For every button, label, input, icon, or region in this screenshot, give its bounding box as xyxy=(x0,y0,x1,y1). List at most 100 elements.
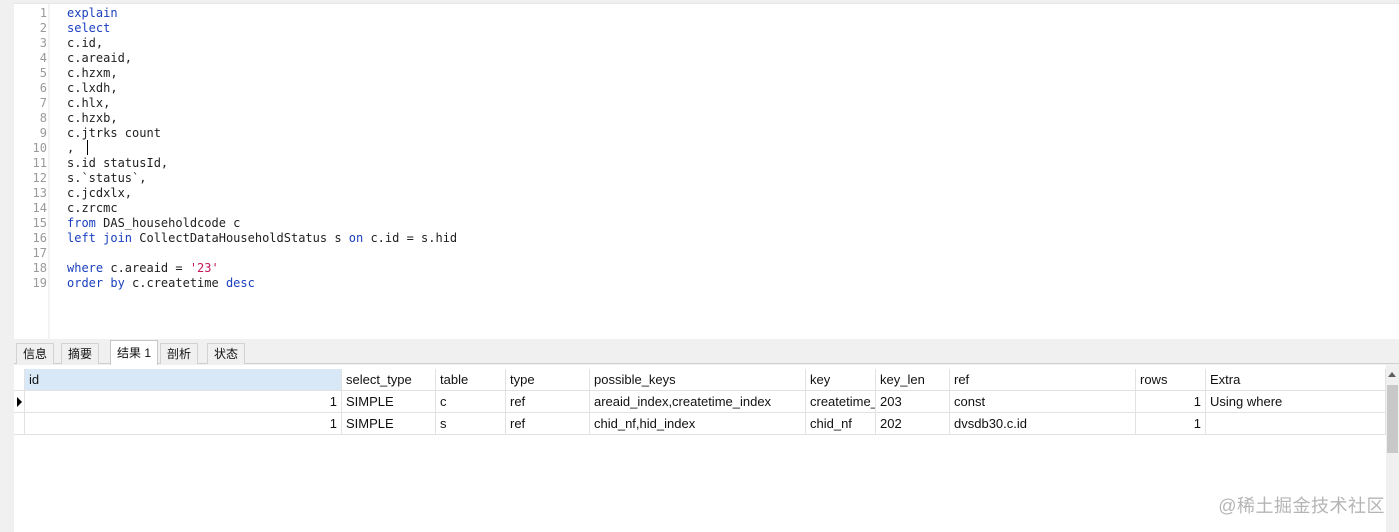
cell-extra[interactable]: Using where xyxy=(1206,391,1386,413)
result-grid[interactable]: id select_type table type possible_keys … xyxy=(14,365,1399,532)
cell-id[interactable]: 1 xyxy=(25,391,342,413)
sql-text: c.id, xyxy=(67,36,104,50)
sql-keyword: order by xyxy=(67,276,125,290)
sql-text: c.hlx, xyxy=(67,96,111,110)
table-row[interactable]: 1 SIMPLE c ref areaid_index,createtime_i… xyxy=(14,391,1386,413)
line-number-gutter: 1 2 3 4 5 6 7 8 9 10 11 12 13 14 15 16 17 18 19 xyxy=(14,4,48,339)
line-number: 7 xyxy=(39,96,47,110)
code-line[interactable]: c.hzxb, xyxy=(67,111,118,126)
code-line[interactable]: left join CollectDataHouseholdStatus s o… xyxy=(67,231,457,246)
column-header-type[interactable]: type xyxy=(506,369,590,391)
line-number: 1 xyxy=(39,6,47,20)
code-line[interactable]: c.areaid, xyxy=(67,51,132,66)
sql-text: s.`status`, xyxy=(67,171,147,185)
sql-text: DAS_householdcode c xyxy=(95,216,241,230)
code-line[interactable]: s.id statusId, xyxy=(67,156,168,171)
code-line[interactable]: c.id, xyxy=(67,36,103,51)
code-line[interactable]: c.hlx, xyxy=(67,96,110,111)
cell-extra[interactable] xyxy=(1206,413,1386,435)
row-header-corner xyxy=(14,369,25,391)
cell-select-type[interactable]: SIMPLE xyxy=(342,413,436,435)
cell-table[interactable]: s xyxy=(436,413,506,435)
result-tabs: 信息 摘要 结果 1 剖析 状态 xyxy=(14,340,1399,365)
cell-key[interactable]: chid_nf xyxy=(806,413,876,435)
code-line[interactable]: c.zrcmc xyxy=(67,201,118,216)
tab-summary[interactable]: 摘要 xyxy=(61,343,100,364)
sql-keyword: on xyxy=(348,231,364,245)
line-number: 2 xyxy=(39,21,47,35)
cell-rows[interactable]: 1 xyxy=(1136,391,1206,413)
column-header-extra[interactable]: Extra xyxy=(1206,369,1386,391)
text-caret xyxy=(87,140,88,155)
sql-text: c.hzxb, xyxy=(67,111,118,125)
sql-text: , xyxy=(67,141,75,155)
sql-editor[interactable]: 1 2 3 4 5 6 7 8 9 10 11 12 13 14 15 16 17 18 19 explain sel… xyxy=(14,3,1399,339)
cell-type[interactable]: ref xyxy=(506,413,590,435)
line-number: 11 xyxy=(32,156,47,170)
line-number: 17 xyxy=(32,246,47,260)
cell-ref[interactable]: dvsdb30.c.id xyxy=(950,413,1136,435)
sql-keyword: select xyxy=(67,21,111,35)
cell-ref[interactable]: const xyxy=(950,391,1136,413)
column-header-key[interactable]: key xyxy=(806,369,876,391)
cell-possible-keys[interactable]: areaid_index,createtime_index xyxy=(590,391,806,413)
code-line[interactable]: s.`status`, xyxy=(67,171,146,186)
tab-profile[interactable]: 剖析 xyxy=(160,343,199,364)
code-line[interactable]: c.lxdh, xyxy=(67,81,118,96)
column-header-rows[interactable]: rows xyxy=(1136,369,1206,391)
line-number: 19 xyxy=(32,276,47,290)
column-header-possible-keys[interactable]: possible_keys xyxy=(590,369,806,391)
tab-result-1[interactable]: 结果 1 xyxy=(110,340,159,365)
code-line[interactable]: c.hzxm, xyxy=(67,66,118,81)
fold-margin xyxy=(48,4,50,339)
code-line[interactable]: where c.areaid = '23' xyxy=(67,261,219,276)
column-header-id[interactable]: id xyxy=(25,369,342,391)
code-line[interactable]: select xyxy=(67,21,110,36)
sql-text: c.jtrks count xyxy=(67,126,161,140)
sql-string: '23' xyxy=(189,261,219,275)
column-header-table[interactable]: table xyxy=(436,369,506,391)
column-header-ref[interactable]: ref xyxy=(950,369,1136,391)
sql-text: c.id = s.hid xyxy=(363,231,458,245)
code-line[interactable]: explain xyxy=(67,6,118,21)
sql-keyword: explain xyxy=(67,6,118,20)
cell-key-len[interactable]: 202 xyxy=(876,413,950,435)
cell-select-type[interactable]: SIMPLE xyxy=(342,391,436,413)
code-line[interactable]: c.jtrks count xyxy=(67,126,161,141)
sql-text: c.zrcmc xyxy=(67,201,118,215)
cell-type[interactable]: ref xyxy=(506,391,590,413)
line-number: 4 xyxy=(39,51,47,65)
cell-id[interactable]: 1 xyxy=(25,413,342,435)
line-number: 18 xyxy=(32,261,47,275)
line-number: 15 xyxy=(32,216,47,230)
line-number: 5 xyxy=(39,66,47,80)
cell-key-len[interactable]: 203 xyxy=(876,391,950,413)
scrollbar-thumb[interactable] xyxy=(1387,385,1398,453)
cell-table[interactable]: c xyxy=(436,391,506,413)
sql-text: c.createtime xyxy=(124,276,226,290)
line-number: 3 xyxy=(39,36,47,50)
row-pointer-icon xyxy=(17,397,22,407)
cell-rows[interactable]: 1 xyxy=(1136,413,1206,435)
column-header-key-len[interactable]: key_len xyxy=(876,369,950,391)
column-header-select-type[interactable]: select_type xyxy=(342,369,436,391)
cell-possible-keys[interactable]: chid_nf,hid_index xyxy=(590,413,806,435)
tab-info[interactable]: 信息 xyxy=(16,343,55,364)
sql-keyword: desc xyxy=(225,276,255,290)
line-number: 14 xyxy=(32,201,47,215)
line-number: 16 xyxy=(32,231,47,245)
code-line[interactable]: c.jcdxlx, xyxy=(67,186,132,201)
code-line[interactable]: , xyxy=(67,141,74,156)
sql-keyword: from xyxy=(67,216,96,230)
code-line[interactable]: order by c.createtime desc xyxy=(67,276,255,291)
cell-key[interactable]: createtime_ xyxy=(806,391,876,413)
grid-header-row: id select_type table type possible_keys … xyxy=(14,369,1386,391)
table-row[interactable]: 1 SIMPLE s ref chid_nf,hid_index chid_nf… xyxy=(14,413,1386,435)
sql-text: c.areaid = xyxy=(103,261,190,275)
code-line[interactable]: from DAS_householdcode c xyxy=(67,216,240,231)
sql-text: CollectDataHouseholdStatus s xyxy=(132,231,349,245)
line-number: 8 xyxy=(39,111,47,125)
scroll-up-arrow-icon[interactable] xyxy=(1388,372,1396,377)
grid-vertical-scrollbar[interactable] xyxy=(1386,365,1399,532)
tab-status[interactable]: 状态 xyxy=(207,343,246,364)
